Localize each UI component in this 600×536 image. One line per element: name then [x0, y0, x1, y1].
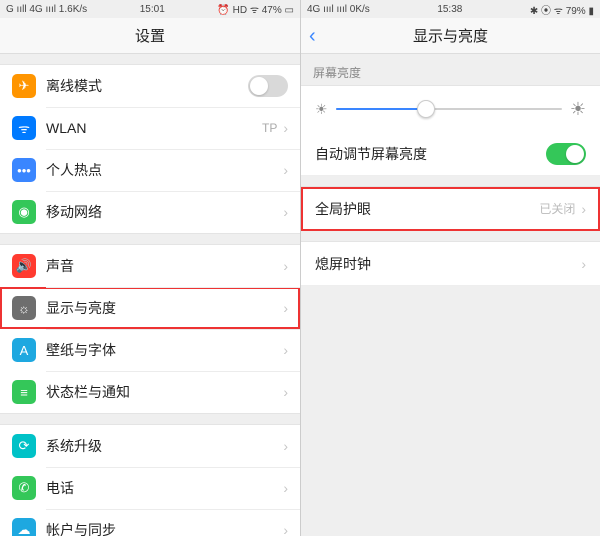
app-icon: A — [12, 338, 36, 362]
section-label-brightness: 屏幕亮度 — [301, 54, 600, 85]
status-network: 4G ıııl ıııl 0K/s — [307, 4, 370, 15]
brightness-high-icon: ☀ — [570, 99, 586, 120]
row-label: 电话 — [46, 478, 283, 498]
label-auto-brightness: 自动调节屏幕亮度 — [315, 144, 546, 164]
page-title: 显示与亮度 — [413, 25, 488, 46]
navbar-left: 设置 — [0, 18, 300, 54]
row-帐户与同步[interactable]: ☁ 帐户与同步› — [0, 509, 300, 536]
chevron-right-icon: › — [581, 201, 586, 217]
status-network: G ııll 4G ıııl 1.6K/s — [6, 4, 87, 15]
row-label: 离线模式 — [46, 76, 248, 96]
brightness-slider-row: ☀ ☀ — [301, 86, 600, 132]
row-壁纸与字体[interactable]: A 壁纸与字体› — [0, 329, 300, 371]
chevron-right-icon: › — [283, 438, 288, 454]
row-离线模式[interactable]: ✈ 离线模式 — [0, 65, 300, 107]
row-auto-brightness[interactable]: 自动调节屏幕亮度 — [301, 132, 600, 176]
label-eye-protection: 全局护眼 — [315, 199, 539, 219]
status-bar-left: G ııll 4G ıııl 1.6K/s 15:01 ⏰ HD ᯤ 47% ▭ — [0, 0, 300, 18]
app-icon: ⟳ — [12, 434, 36, 458]
app-icon: ☁ — [12, 518, 36, 536]
row-电话[interactable]: ✆ 电话› — [0, 467, 300, 509]
chevron-right-icon: › — [283, 204, 288, 220]
display-brightness-screen: 4G ıııl ıııl 0K/s 15:38 ✱ ⦿ ᯤ 79% ▮ ‹ 显示… — [300, 0, 600, 536]
row-声音[interactable]: 🔊 声音› — [0, 245, 300, 287]
app-icon: ᯤ — [12, 116, 36, 140]
row-WLAN[interactable]: ᯤ WLANTP › — [0, 107, 300, 149]
app-icon: ≡ — [12, 380, 36, 404]
label-lock-clock: 熄屏时钟 — [315, 254, 581, 274]
chevron-right-icon: › — [283, 384, 288, 400]
app-icon: ◉ — [12, 200, 36, 224]
row-label: 系统升级 — [46, 436, 283, 456]
brightness-slider[interactable] — [336, 108, 562, 110]
chevron-right-icon: › — [283, 480, 288, 496]
app-icon: ✈ — [12, 74, 36, 98]
toggle[interactable] — [248, 75, 288, 97]
status-time: 15:01 — [140, 4, 165, 15]
page-title: 设置 — [135, 25, 165, 46]
row-eye-protection[interactable]: 全局护眼 已关闭 › — [301, 187, 600, 231]
toggle-auto-brightness[interactable] — [546, 143, 586, 165]
row-label: 个人热点 — [46, 160, 283, 180]
row-显示与亮度[interactable]: ☼ 显示与亮度› — [0, 287, 300, 329]
row-label: 声音 — [46, 256, 283, 276]
row-tail: TP — [262, 121, 277, 135]
chevron-right-icon: › — [283, 300, 288, 316]
brightness-low-icon: ☀ — [315, 101, 328, 118]
navbar-right: ‹ 显示与亮度 — [301, 18, 600, 54]
status-bar-right: 4G ıııl ıııl 0K/s 15:38 ✱ ⦿ ᯤ 79% ▮ — [301, 0, 600, 18]
status-battery: ✱ ⦿ ᯤ 79% ▮ — [530, 2, 594, 17]
row-个人热点[interactable]: ••• 个人热点› — [0, 149, 300, 191]
chevron-right-icon: › — [581, 256, 586, 272]
status-time: 15:38 — [437, 4, 462, 15]
chevron-right-icon: › — [283, 522, 288, 536]
row-状态栏与通知[interactable]: ≡ 状态栏与通知› — [0, 371, 300, 413]
app-icon: ••• — [12, 158, 36, 182]
app-icon: ✆ — [12, 476, 36, 500]
app-icon: ☼ — [12, 296, 36, 320]
row-lock-clock[interactable]: 熄屏时钟 › — [301, 242, 600, 286]
row-label: 显示与亮度 — [46, 298, 283, 318]
app-icon: 🔊 — [12, 254, 36, 278]
chevron-right-icon: › — [283, 342, 288, 358]
row-移动网络[interactable]: ◉ 移动网络› — [0, 191, 300, 233]
value-eye-protection: 已关闭 — [539, 200, 575, 217]
status-battery: ⏰ HD ᯤ 47% ▭ — [217, 2, 294, 16]
row-label: 壁纸与字体 — [46, 340, 283, 360]
row-label: 帐户与同步 — [46, 520, 283, 536]
settings-screen: G ııll 4G ıııl 1.6K/s 15:01 ⏰ HD ᯤ 47% ▭… — [0, 0, 300, 536]
chevron-right-icon: › — [283, 120, 288, 136]
row-系统升级[interactable]: ⟳ 系统升级› — [0, 425, 300, 467]
row-label: 移动网络 — [46, 202, 283, 222]
back-button[interactable]: ‹ — [309, 26, 316, 46]
slider-thumb[interactable] — [417, 100, 435, 118]
row-label: 状态栏与通知 — [46, 382, 283, 402]
row-label: WLAN — [46, 120, 262, 136]
chevron-right-icon: › — [283, 258, 288, 274]
chevron-right-icon: › — [283, 162, 288, 178]
